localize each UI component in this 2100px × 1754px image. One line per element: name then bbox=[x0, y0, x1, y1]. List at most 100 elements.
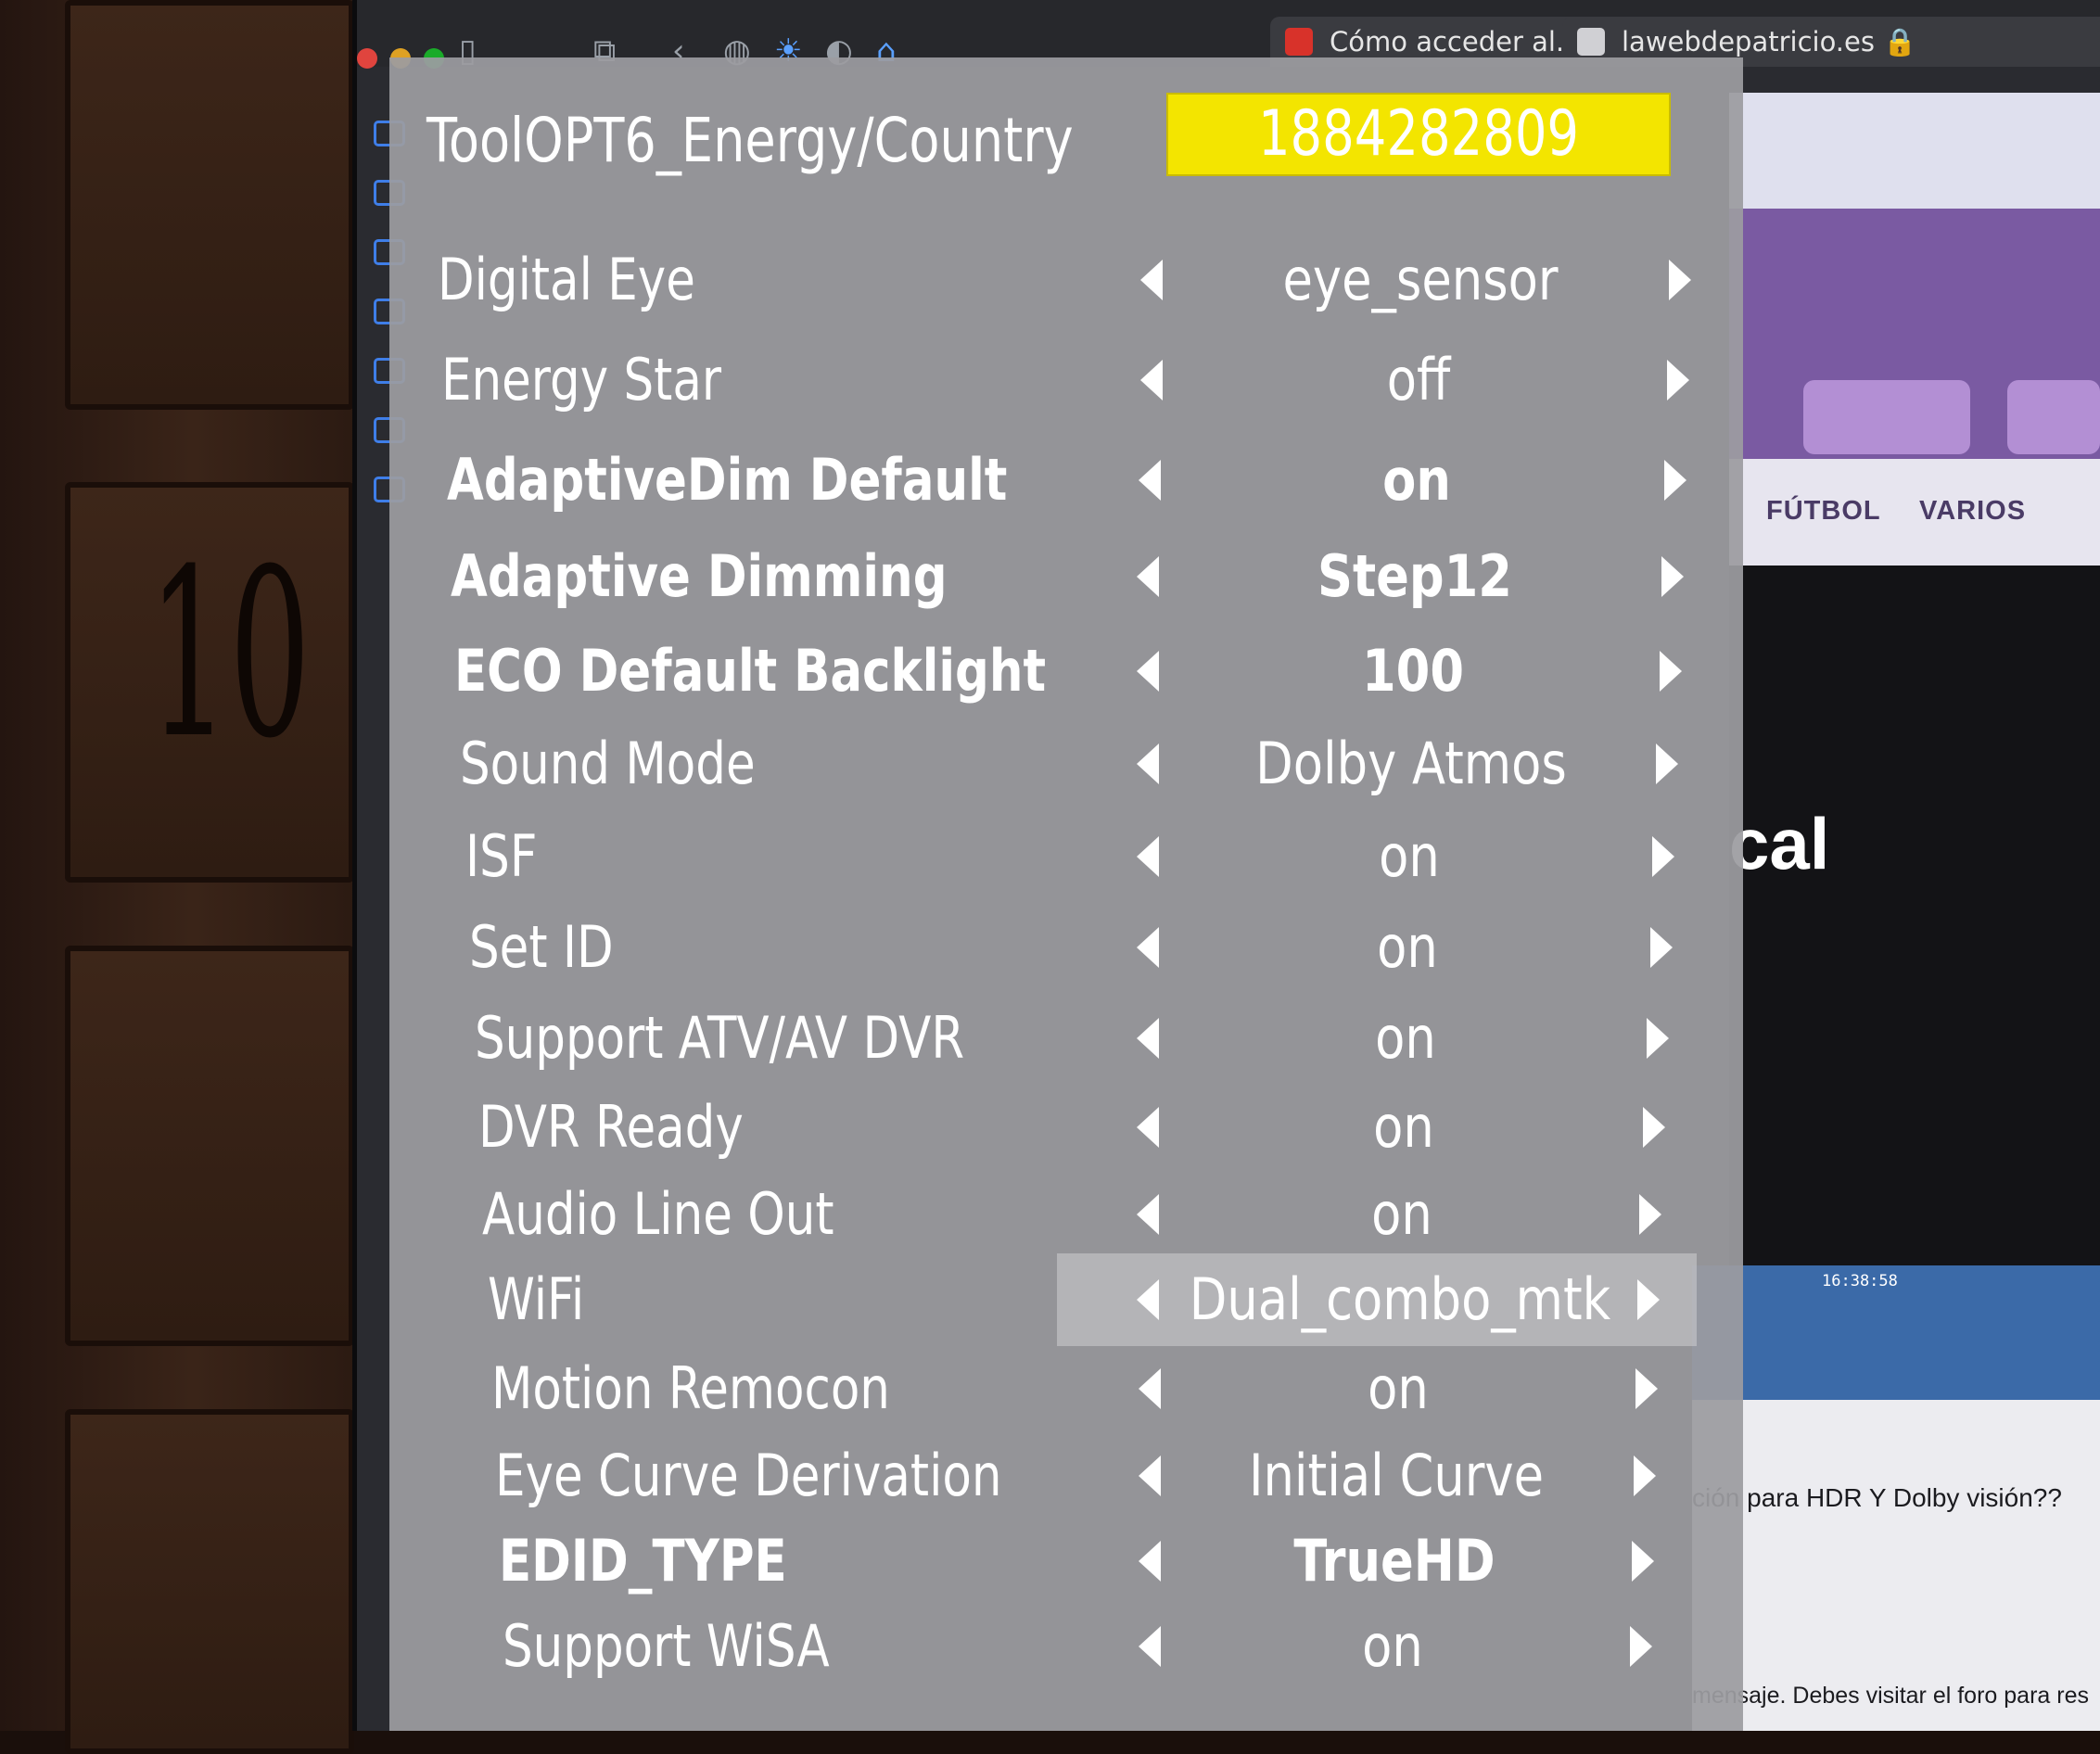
decrement-arrow-icon[interactable] bbox=[1139, 1541, 1161, 1582]
increment-arrow-icon[interactable] bbox=[1664, 460, 1686, 501]
decrement-arrow-icon[interactable] bbox=[1139, 1455, 1161, 1496]
decrement-arrow-icon[interactable] bbox=[1139, 1626, 1161, 1667]
menu-row-set-id[interactable]: Set ID on bbox=[389, 901, 1743, 994]
increment-arrow-icon[interactable] bbox=[1647, 1018, 1669, 1059]
cabinet-number: 10 bbox=[148, 519, 311, 789]
nav-item-futbol[interactable]: FÚTBOL bbox=[1766, 496, 1881, 527]
row-value: Dolby Atmos bbox=[1255, 730, 1567, 797]
menu-code-value: 1884282809 bbox=[1257, 97, 1580, 171]
lock-icon: 🔒 bbox=[1883, 26, 1917, 57]
row-label: Digital Eye bbox=[438, 246, 695, 313]
row-label: EDID_TYPE bbox=[499, 1527, 787, 1595]
row-value: Step12 bbox=[1317, 542, 1512, 610]
row-value: on bbox=[1371, 1180, 1432, 1248]
tab-favicon-icon bbox=[1285, 28, 1313, 56]
increment-arrow-icon[interactable] bbox=[1634, 1455, 1656, 1496]
decrement-arrow-icon[interactable] bbox=[1137, 1279, 1159, 1320]
menu-row-eco-default-backlight[interactable]: ECO Default Backlight 100 bbox=[389, 625, 1743, 718]
site-header bbox=[1729, 93, 2100, 209]
menu-code-badge: 1884282809 bbox=[1166, 93, 1671, 176]
row-value: on bbox=[1379, 822, 1440, 890]
decrement-arrow-icon[interactable] bbox=[1137, 836, 1159, 877]
decrement-arrow-icon[interactable] bbox=[1139, 1368, 1161, 1409]
menu-row-edid-type[interactable]: EDID_TYPE TrueHD bbox=[389, 1515, 1743, 1608]
decrement-arrow-icon[interactable] bbox=[1137, 1018, 1159, 1059]
increment-arrow-icon[interactable] bbox=[1661, 556, 1684, 597]
comment-text: mensaje. Debes visitar el foro para res bbox=[1692, 1683, 2089, 1709]
row-label: Audio Line Out bbox=[482, 1180, 834, 1248]
decrement-arrow-icon[interactable] bbox=[1140, 360, 1163, 400]
menu-row-eye-curve-derivation[interactable]: Eye Curve Derivation Initial Curve bbox=[389, 1430, 1743, 1522]
increment-arrow-icon[interactable] bbox=[1630, 1626, 1652, 1667]
increment-arrow-icon[interactable] bbox=[1667, 360, 1689, 400]
row-label: Adaptive Dimming bbox=[451, 542, 948, 610]
row-value: on bbox=[1382, 446, 1451, 514]
close-window-button[interactable] bbox=[357, 48, 377, 69]
row-label: Set ID bbox=[469, 913, 614, 981]
row-label: Energy Star bbox=[441, 346, 722, 413]
cabinet-drawer bbox=[65, 0, 354, 410]
increment-arrow-icon[interactable] bbox=[1669, 260, 1691, 300]
site-category-button[interactable] bbox=[1803, 380, 1970, 454]
row-label: WiFi bbox=[488, 1265, 585, 1333]
menu-row-adaptive-dimming[interactable]: Adaptive Dimming Step12 bbox=[389, 530, 1743, 623]
row-label: Motion Remocon bbox=[491, 1354, 890, 1422]
row-value: eye_sensor bbox=[1282, 246, 1559, 313]
site-article-hero bbox=[1729, 566, 2100, 1270]
increment-arrow-icon[interactable] bbox=[1637, 1279, 1660, 1320]
menu-row-support-wisa[interactable]: Support WiSA on bbox=[389, 1600, 1743, 1693]
row-value: 100 bbox=[1361, 637, 1464, 705]
row-value: TrueHD bbox=[1293, 1527, 1495, 1595]
comment-text: ción para HDR Y Dolby visión?? bbox=[1692, 1483, 2062, 1512]
nav-item-varios[interactable]: VARIOS bbox=[1919, 496, 2026, 527]
row-label: Support WiSA bbox=[503, 1612, 830, 1680]
decrement-arrow-icon[interactable] bbox=[1137, 1194, 1159, 1235]
increment-arrow-icon[interactable] bbox=[1656, 744, 1678, 784]
row-value: on bbox=[1377, 913, 1438, 981]
increment-arrow-icon[interactable] bbox=[1650, 927, 1673, 968]
menu-row-adaptivedim-default[interactable]: AdaptiveDim Default on bbox=[389, 434, 1743, 527]
tab-favicon-icon bbox=[1577, 28, 1605, 56]
menu-row-digital-eye[interactable]: Digital Eye eye_sensor bbox=[389, 234, 1743, 326]
row-label: DVR Ready bbox=[478, 1093, 744, 1161]
menu-row-isf[interactable]: ISF on bbox=[389, 810, 1743, 903]
site-comment-area: ción para HDR Y Dolby visión?? mensaje. … bbox=[1692, 1400, 2100, 1731]
article-heading-fragment: cal bbox=[1729, 803, 1830, 884]
menu-row-support-atv-av-dvr[interactable]: Support ATV/AV DVR on bbox=[389, 992, 1743, 1085]
row-label: ECO Default Backlight bbox=[454, 637, 1047, 705]
menu-row-energy-star[interactable]: Energy Star off bbox=[389, 334, 1743, 426]
menu-row-sound-mode[interactable]: Sound Mode Dolby Atmos bbox=[389, 718, 1743, 810]
menu-row-wifi[interactable]: WiFi Dual_combo_mtk bbox=[389, 1253, 1743, 1346]
thumbnail-clock: 16:38:58 bbox=[1822, 1272, 1898, 1290]
increment-arrow-icon[interactable] bbox=[1632, 1541, 1654, 1582]
menu-row-dvr-ready[interactable]: DVR Ready on bbox=[389, 1081, 1743, 1174]
site-category-button[interactable] bbox=[2007, 380, 2100, 454]
menu-title: ToolOPT6_Energy/Country bbox=[426, 105, 1074, 176]
decrement-arrow-icon[interactable] bbox=[1139, 460, 1161, 501]
decrement-arrow-icon[interactable] bbox=[1137, 744, 1159, 784]
menu-row-audio-line-out[interactable]: Audio Line Out on bbox=[389, 1168, 1743, 1261]
increment-arrow-icon[interactable] bbox=[1643, 1107, 1665, 1148]
decrement-arrow-icon[interactable] bbox=[1137, 927, 1159, 968]
row-value: off bbox=[1386, 346, 1451, 413]
row-value: on bbox=[1362, 1612, 1423, 1680]
row-label: AdaptiveDim Default bbox=[447, 446, 1008, 514]
increment-arrow-icon[interactable] bbox=[1639, 1194, 1661, 1235]
row-label: Eye Curve Derivation bbox=[495, 1442, 1002, 1509]
row-label: Support ATV/AV DVR bbox=[475, 1004, 965, 1072]
cabinet-drawer bbox=[65, 1409, 354, 1754]
row-value: on bbox=[1375, 1004, 1436, 1072]
row-value: Initial Curve bbox=[1248, 1442, 1545, 1509]
tab-title: Cómo acceder al... bbox=[1330, 26, 1582, 57]
decrement-arrow-icon[interactable] bbox=[1140, 260, 1163, 300]
increment-arrow-icon[interactable] bbox=[1660, 651, 1682, 692]
increment-arrow-icon[interactable] bbox=[1652, 836, 1674, 877]
site-navigation: FÚTBOL VARIOS bbox=[1729, 459, 2100, 566]
menu-row-motion-remocon[interactable]: Motion Remocon on bbox=[389, 1342, 1743, 1435]
decrement-arrow-icon[interactable] bbox=[1137, 651, 1159, 692]
increment-arrow-icon[interactable] bbox=[1635, 1368, 1658, 1409]
tab-title: lawebdepatricio.es bbox=[1622, 26, 1875, 57]
decrement-arrow-icon[interactable] bbox=[1137, 1107, 1159, 1148]
decrement-arrow-icon[interactable] bbox=[1137, 556, 1159, 597]
row-value: Dual_combo_mtk bbox=[1189, 1265, 1611, 1333]
